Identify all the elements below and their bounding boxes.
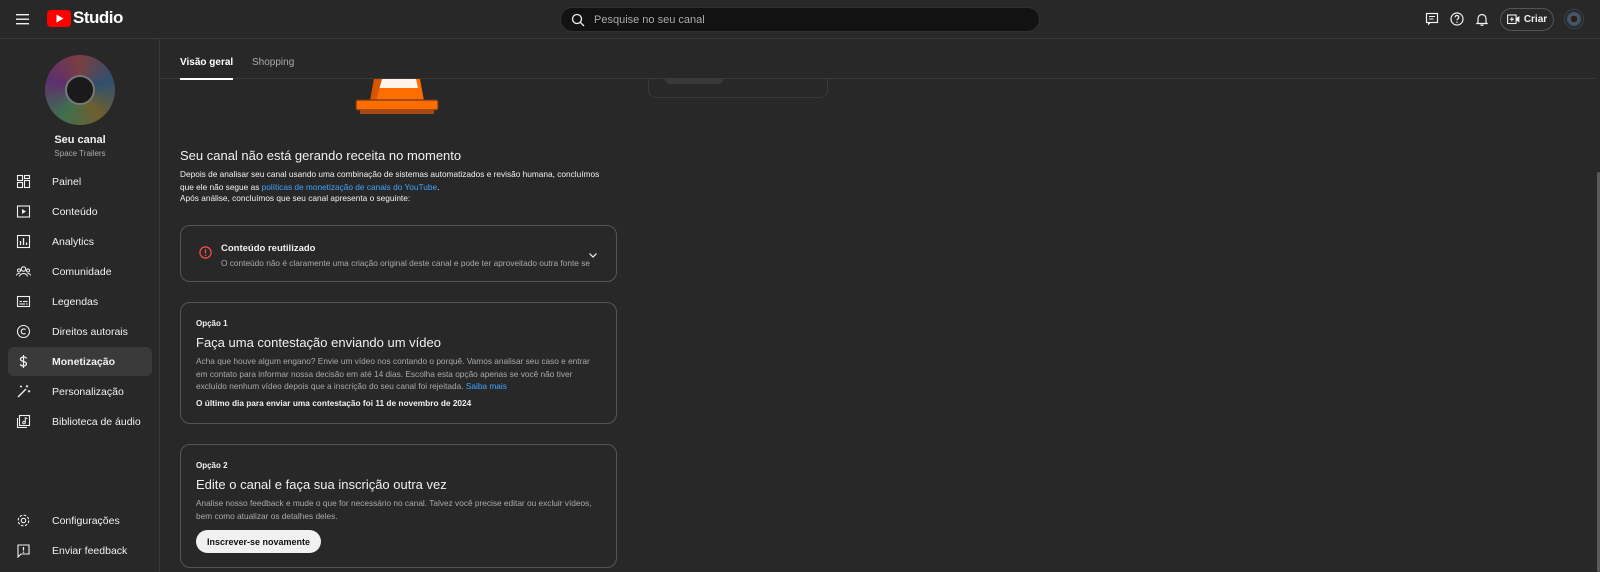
studio-logo[interactable]: Studio: [47, 8, 123, 28]
warning-icon: [199, 246, 212, 259]
reused-content-card[interactable]: Conteúdo reutilizado O conteúdo não é cl…: [180, 225, 617, 282]
sidebar-item-label: Legendas: [52, 295, 99, 308]
tab-shopping[interactable]: Shopping: [252, 57, 294, 78]
appeal-deadline-note: O último dia para enviar uma contestação…: [196, 398, 472, 408]
sidebar-item-label: Conteúdo: [52, 205, 98, 218]
option-2-card: Opção 2 Edite o canal e faça sua inscriç…: [180, 444, 617, 568]
chevron-down-icon[interactable]: [587, 249, 599, 261]
comment-icon[interactable]: [1424, 11, 1440, 27]
review-paragraph: Depois de analisar seu canal usando uma …: [180, 169, 600, 192]
sidebar-item-monetizacao[interactable]: Monetização: [8, 347, 152, 376]
option-1-card: Opção 1 Faça uma contestação enviando um…: [180, 302, 617, 424]
analytics-icon: [16, 234, 31, 249]
option-2-description: Analise nosso feedback e mude o que for …: [196, 498, 592, 521]
logo-text: Studio: [73, 8, 123, 27]
help-icon[interactable]: [1449, 11, 1465, 27]
option-2-title: Edite o canal e faça sua inscrição outra…: [196, 477, 447, 492]
sidebar-item-comunidade[interactable]: Comunidade: [8, 257, 152, 286]
copyright-icon: [16, 324, 31, 339]
sidebar-item-label: Comunidade: [52, 265, 112, 278]
sidebar-item-painel[interactable]: Painel: [8, 167, 152, 196]
sidebar-item-label: Direitos autorais: [52, 325, 128, 338]
create-button-label: Criar: [1523, 14, 1548, 25]
account-avatar[interactable]: [1564, 9, 1584, 29]
channel-avatar[interactable]: [45, 55, 115, 125]
search-icon: [571, 13, 585, 26]
sidebar-item-label: Biblioteca de áudio: [52, 415, 141, 428]
sidebar-item-label: Configurações: [52, 514, 120, 527]
community-icon: [16, 266, 31, 277]
channel-name: Seu canal: [54, 134, 106, 146]
content-icon: [16, 205, 31, 218]
dollar-icon: [19, 355, 28, 368]
top-bar: Studio Criar: [0, 0, 1600, 39]
magic-wand-icon: [17, 385, 31, 398]
option-1-description: Acha que houve algum engano? Envie um ví…: [196, 356, 590, 391]
sidebar: Seu canal Space Trailers Painel Conteúdo…: [0, 39, 160, 572]
tab-visao-geral[interactable]: Visão geral: [180, 57, 234, 80]
bell-icon[interactable]: [1474, 11, 1490, 27]
feedback-icon: [17, 544, 30, 558]
tab-bar: Visão geral Shopping: [160, 39, 1596, 80]
search-bar[interactable]: [560, 7, 1040, 32]
sidebar-item-legendas[interactable]: Legendas: [8, 287, 152, 316]
sidebar-item-biblioteca-de-audio[interactable]: Biblioteca de áudio: [8, 407, 152, 436]
reapply-button[interactable]: Inscrever-se novamente: [196, 530, 322, 553]
youtube-logo-icon: [47, 9, 71, 27]
traffic-cone-illustration: [355, 79, 439, 114]
search-input[interactable]: [594, 13, 1014, 26]
subtitles-icon: [16, 295, 31, 308]
reused-content-title: Conteúdo reutilizado: [221, 243, 316, 254]
sidebar-item-configuracoes[interactable]: Configurações: [8, 506, 152, 535]
sidebar-item-personalizacao[interactable]: Personalização: [8, 377, 152, 406]
sidebar-item-label: Enviar feedback: [52, 544, 128, 557]
audio-library-icon: [16, 414, 31, 429]
page-heading: Seu canal não está gerando receita no mo…: [180, 148, 462, 163]
findings-intro: Após análise, concluímos que seu canal a…: [180, 193, 411, 203]
option-1-title: Faça uma contestação enviando um vídeo: [196, 335, 441, 350]
dashboard-icon: [16, 174, 31, 189]
sidebar-item-label: Painel: [52, 175, 82, 188]
option-2-label: Opção 2: [196, 461, 228, 470]
ghost-pill: [665, 79, 723, 84]
sidebar-item-direitos-autorais[interactable]: Direitos autorais: [8, 317, 152, 346]
channel-subtitle: Space Trailers: [54, 149, 106, 158]
sidebar-item-analytics[interactable]: Analytics: [8, 227, 152, 256]
sidebar-item-label: Monetização: [52, 355, 116, 368]
reused-content-description: O conteúdo não é claramente uma criação …: [221, 258, 590, 268]
sidebar-item-enviar-feedback[interactable]: Enviar feedback: [8, 536, 152, 565]
create-video-icon: [1506, 14, 1520, 25]
policy-link[interactable]: políticas de monetização de canais do Yo…: [262, 182, 437, 192]
sidebar-item-label: Personalização: [52, 385, 124, 398]
sidebar-item-conteudo[interactable]: Conteúdo: [8, 197, 152, 226]
sidebar-item-label: Analytics: [52, 235, 95, 248]
create-button[interactable]: Criar: [1500, 8, 1554, 31]
option-1-label: Opção 1: [196, 319, 228, 328]
gear-icon: [17, 514, 30, 527]
menu-icon[interactable]: [13, 9, 33, 29]
learn-more-link[interactable]: Saiba mais: [466, 381, 507, 391]
